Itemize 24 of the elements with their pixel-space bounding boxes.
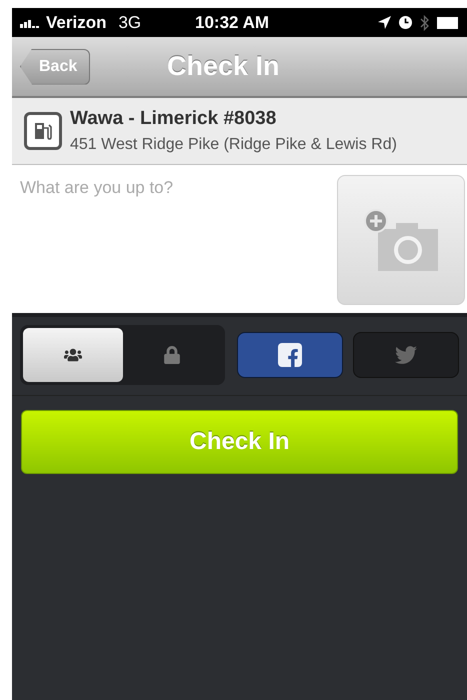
location-arrow-icon: [378, 16, 391, 29]
status-input-field[interactable]: What are you up to?: [12, 165, 337, 313]
visibility-option[interactable]: [23, 328, 122, 382]
back-button[interactable]: Back: [20, 48, 90, 84]
signal-icon: [20, 18, 42, 28]
check-in-button[interactable]: Check In: [21, 410, 458, 474]
time-label: 10:32 AM: [195, 12, 270, 34]
people-icon: [64, 346, 82, 364]
carrier-label: Verizon: [46, 12, 106, 34]
facebook-icon: [278, 343, 302, 367]
venue-address: 451 West Ridge Pike (Ridge Pike & Lewis Rd): [70, 134, 397, 155]
gas-pump-icon: [24, 112, 62, 150]
lock-icon: [163, 346, 182, 364]
share-toggle[interactable]: [353, 332, 459, 378]
bluetooth-icon: [420, 14, 429, 30]
network-label: 3G: [118, 12, 142, 34]
share-toggle[interactable]: [237, 332, 343, 378]
venue-name: Wawa - Limerick #8038: [70, 107, 278, 131]
battery-icon: [437, 16, 459, 28]
screen-title: Check In: [167, 50, 280, 84]
add-photo-icon: [364, 209, 438, 271]
clock-icon: [399, 16, 412, 29]
venue-row[interactable]: Wawa - Limerick #8038 451 West Ridge Pike (Ridge Pike & Lewis Rd): [12, 98, 467, 165]
bird-icon: [395, 344, 417, 366]
